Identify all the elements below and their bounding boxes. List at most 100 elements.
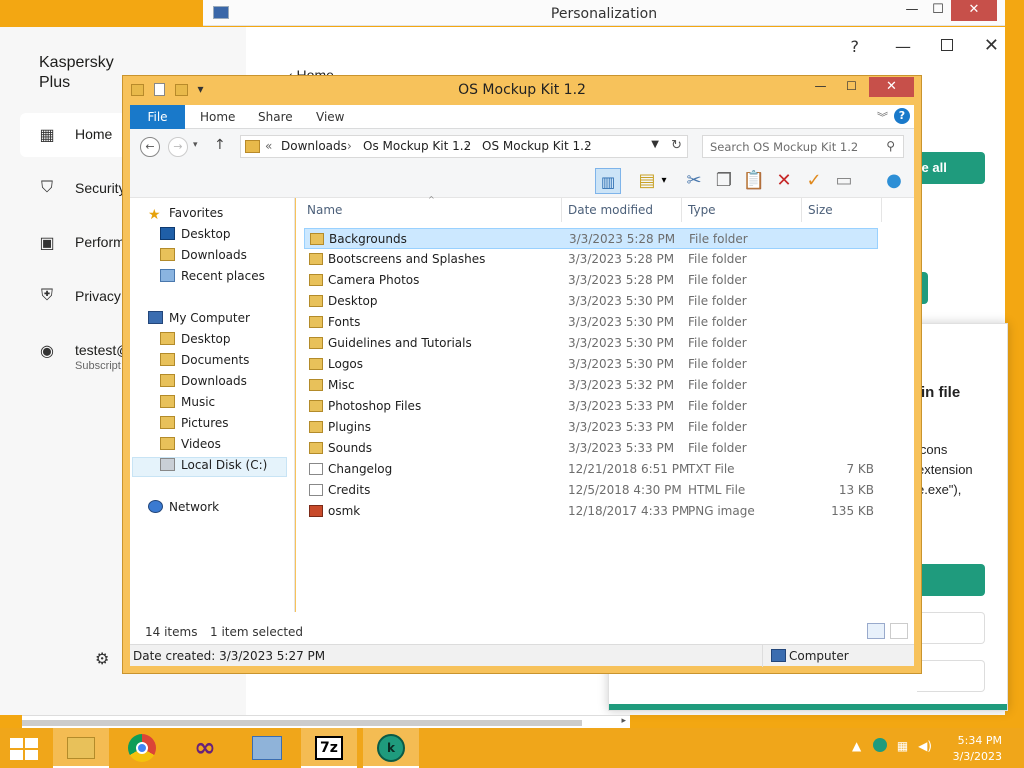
folder-options-icon[interactable]: ▤: [634, 168, 660, 194]
nav-item-pc-downloads[interactable]: Downloads: [160, 374, 247, 394]
file-row[interactable]: Plugins 3/3/2023 5:33 PM File folder: [304, 417, 878, 438]
kaspersky-minimize-button[interactable]: —: [895, 37, 911, 56]
file-row[interactable]: Logos 3/3/2023 5:30 PM File folder: [304, 354, 878, 375]
tab-view[interactable]: View: [316, 110, 344, 124]
volume-icon[interactable]: ◀): [918, 739, 932, 753]
taskbar-control-panel[interactable]: [239, 728, 295, 768]
options-dropdown-icon[interactable]: ▾: [658, 168, 670, 194]
up-button[interactable]: ↑: [214, 137, 226, 153]
nav-item-desktop[interactable]: Desktop: [160, 227, 231, 247]
expand-ribbon-icon[interactable]: ︾: [877, 109, 888, 125]
panel-input-field[interactable]: [917, 660, 985, 692]
explorer-title-bar[interactable]: ▾ OS Mockup Kit 1.2 — ☐ ✕: [123, 76, 921, 104]
file-row[interactable]: Guidelines and Tutorials 3/3/2023 5:30 PM…: [304, 333, 878, 354]
panel-input-field[interactable]: [917, 612, 985, 644]
nav-item-downloads[interactable]: Downloads: [160, 248, 247, 268]
file-row[interactable]: Fonts 3/3/2023 5:30 PM File folder: [304, 312, 878, 333]
panel-action-button[interactable]: [917, 564, 985, 596]
explorer-maximize-button[interactable]: ☐: [837, 77, 866, 97]
back-button[interactable]: ←: [140, 137, 160, 157]
nav-item-local-disk[interactable]: Local Disk (C:): [132, 457, 287, 477]
preview-pane-icon[interactable]: ▥: [595, 168, 621, 194]
properties-icon[interactable]: ▭: [831, 168, 857, 194]
folder-icon: [160, 437, 175, 450]
paste-icon[interactable]: 📋: [741, 168, 767, 194]
copy-icon[interactable]: ❐: [711, 168, 737, 194]
taskbar-chrome[interactable]: [115, 728, 171, 768]
taskbar-file-explorer[interactable]: [53, 728, 109, 768]
details-view-icon[interactable]: [867, 623, 885, 639]
recent-locations-chevron-icon[interactable]: ▾: [193, 140, 198, 150]
taskbar-visual-studio[interactable]: ∞: [177, 728, 233, 768]
personalization-close-button[interactable]: ✕: [951, 0, 997, 21]
start-button[interactable]: [10, 738, 38, 760]
clock[interactable]: 5:34 PM 3/3/2023: [953, 733, 1002, 765]
nav-item-music[interactable]: Music: [160, 395, 215, 415]
nav-favorites[interactable]: ★ Favorites: [148, 206, 223, 226]
file-row[interactable]: Bootscreens and Splashes 3/3/2023 5:28 PM…: [304, 249, 878, 270]
file-row[interactable]: Sounds 3/3/2023 5:33 PM File folder: [304, 438, 878, 459]
column-divider[interactable]: [681, 198, 682, 222]
address-dropdown-icon[interactable]: ▼: [651, 139, 659, 150]
taskbar-kaspersky[interactable]: k: [363, 728, 419, 768]
column-divider[interactable]: [801, 198, 802, 222]
background-scrollbar[interactable]: ▸: [22, 715, 630, 729]
column-header-type[interactable]: Type: [688, 203, 716, 217]
column-header-size[interactable]: Size: [808, 203, 833, 217]
kaspersky-help-button[interactable]: ?: [851, 37, 860, 56]
file-row[interactable]: Backgrounds 3/3/2023 5:28 PM File folder: [304, 228, 878, 249]
nav-item-documents[interactable]: Documents: [160, 353, 249, 373]
search-box[interactable]: Search OS Mockup Kit 1.2 ⚲: [702, 135, 904, 158]
file-row[interactable]: Desktop 3/3/2023 5:30 PM File folder: [304, 291, 878, 312]
search-input[interactable]: Search OS Mockup Kit 1.2: [710, 140, 858, 154]
nav-network[interactable]: Network: [148, 500, 219, 520]
globe-icon[interactable]: ●: [881, 168, 907, 194]
nav-item-pictures[interactable]: Pictures: [160, 416, 229, 436]
network-tray-icon[interactable]: ▦: [897, 739, 908, 753]
file-row[interactable]: Credits 12/5/2018 4:30 PM HTML File 13 KB: [304, 480, 878, 501]
explorer-close-button[interactable]: ✕: [869, 77, 914, 97]
kaspersky-maximize-button[interactable]: [941, 39, 953, 51]
tab-home[interactable]: Home: [200, 110, 235, 124]
delete-icon[interactable]: ✕: [771, 168, 797, 194]
address-box[interactable]: « Downloads › Os Mockup Kit 1.2 › OS Moc…: [240, 135, 688, 158]
rename-check-icon[interactable]: ✓: [801, 168, 827, 194]
file-row[interactable]: Changelog 12/21/2018 6:51 PM TXT File 7 KB: [304, 459, 878, 480]
tab-share[interactable]: Share: [258, 110, 293, 124]
breadcrumb-separator[interactable]: ›: [347, 139, 352, 153]
breadcrumb-downloads[interactable]: Downloads: [281, 139, 347, 153]
breadcrumb-overflow[interactable]: «: [265, 139, 272, 153]
cut-icon[interactable]: ✂: [681, 168, 707, 194]
breadcrumb-separator[interactable]: ›: [585, 139, 590, 153]
refresh-icon[interactable]: ↻: [671, 138, 682, 153]
column-divider[interactable]: [561, 198, 562, 222]
column-header-date[interactable]: Date modified: [568, 203, 653, 217]
explorer-minimize-button[interactable]: —: [806, 77, 835, 97]
personalization-maximize-button[interactable]: ☐: [927, 2, 949, 17]
column-divider[interactable]: [881, 198, 882, 222]
nav-item-recent-places[interactable]: Recent places: [160, 269, 265, 289]
file-row[interactable]: Camera Photos 3/3/2023 5:28 PM File folder: [304, 270, 878, 291]
scroll-right-arrow-icon[interactable]: ▸: [621, 716, 626, 726]
file-row[interactable]: Photoshop Files 3/3/2023 5:33 PM File fold…: [304, 396, 878, 417]
nav-item-videos[interactable]: Videos: [160, 437, 221, 457]
breadcrumb-separator[interactable]: ›: [465, 139, 470, 153]
nav-my-computer[interactable]: My Computer: [148, 311, 250, 331]
breadcrumb-os-mockup-kit-current[interactable]: OS Mockup Kit 1.2: [482, 139, 592, 153]
column-header-name[interactable]: Name: [307, 203, 342, 217]
kaspersky-close-button[interactable]: ✕: [984, 35, 999, 56]
breadcrumb-os-mockup-kit[interactable]: Os Mockup Kit 1.2: [363, 139, 471, 153]
personalization-minimize-button[interactable]: —: [901, 2, 923, 17]
nav-item-pc-desktop[interactable]: Desktop: [160, 332, 231, 352]
tab-file[interactable]: File: [130, 105, 185, 129]
help-icon[interactable]: ?: [894, 108, 910, 124]
forward-button[interactable]: →: [168, 137, 188, 157]
file-row[interactable]: Misc 3/3/2023 5:32 PM File folder: [304, 375, 878, 396]
large-icons-view-icon[interactable]: [890, 623, 908, 639]
show-hidden-icons-icon[interactable]: ▲: [852, 739, 861, 753]
file-row[interactable]: osmk 12/18/2017 4:33 PM PNG image 135 KB: [304, 501, 878, 522]
settings-gear-icon[interactable]: ⚙: [95, 649, 109, 668]
kaspersky-tray-icon[interactable]: [873, 738, 888, 752]
taskbar-7zip[interactable]: 7z: [301, 728, 357, 768]
scrollbar-thumb[interactable]: [22, 720, 582, 726]
